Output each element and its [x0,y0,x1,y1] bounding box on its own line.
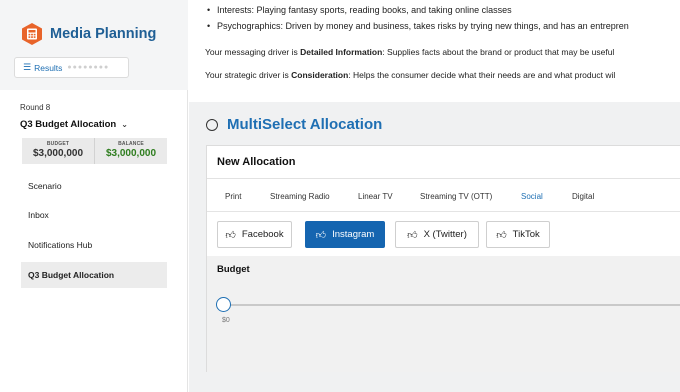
budget-title: Budget [217,264,250,275]
budget-summary: BUDGET $3,000,000 BALANCE $3,000,000 [22,138,167,164]
budget-label: BUDGET [46,141,70,147]
sidebar: Media Planning ☰ Results ●●●●●●●● Round … [0,0,188,392]
tab-streaming-tv[interactable]: Streaming TV (OTT) [420,190,492,212]
messaging-term: Detailed Information [300,47,383,57]
channel-label: TikTok [512,229,540,240]
results-button[interactable]: ☰ Results ●●●●●●●● [14,57,129,78]
budget-slider-thumb[interactable] [216,297,231,312]
budget-cell: BUDGET $3,000,000 [22,138,94,164]
balance-value: $3,000,000 [105,148,157,159]
interests-bullet: Interests: Playing fantasy sports, readi… [207,5,512,15]
brand-title: Media Planning [50,26,157,42]
psychographics-bullet: Psychographics: Driven by money and busi… [207,21,629,31]
persona-details: Interests: Playing fantasy sports, readi… [189,0,680,102]
nav-item-notifications-hub[interactable]: Notifications Hub [21,232,167,258]
allocation-selector-label: Q3 Budget Allocation [20,119,117,130]
balance-label: BALANCE [118,141,144,147]
channel-label: Facebook [241,229,284,240]
messaging-suffix: : Supplies facts about the brand or prod… [382,47,615,57]
balance-cell: BALANCE $3,000,000 [94,138,167,164]
channel-x-twitter[interactable]: 👍︎ X (Twitter) [395,221,479,248]
strategic-driver: Your strategic driver is Consideration: … [205,70,615,80]
strategic-term: Consideration [291,70,349,80]
channel-label: Instagram [332,229,375,240]
messaging-driver: Your messaging driver is Detailed Inform… [205,47,614,57]
strategic-suffix: : Helps the consumer decide what their n… [348,70,616,80]
strategic-prefix: Your strategic driver is [205,70,292,80]
brand-area: Media Planning ☰ Results ●●●●●●●● [0,0,188,90]
channel-facebook[interactable]: 👍︎ Facebook [217,221,292,248]
allocation-selector[interactable]: Q3 Budget Allocation ⌄ [20,119,128,130]
allocation-card: New Allocation Print Streaming Radio Lin… [206,145,680,372]
nav-item-scenario[interactable]: Scenario [21,173,167,199]
progress-dots: ●●●●●●●● [67,64,110,71]
chevron-down-icon: ⌄ [121,120,128,129]
calculator-icon [20,22,44,46]
tab-digital[interactable]: Digital [572,190,594,212]
card-title: New Allocation [217,156,296,168]
budget-panel: Budget $0 [207,256,680,372]
section-header: MultiSelect Allocation [206,116,382,133]
channel-label: X (Twitter) [423,229,467,240]
thumbs-up-icon: 👍︎ [225,229,236,241]
budget-slider-value: $0 [222,317,230,324]
card-divider [207,178,680,179]
thumbs-up-icon: 👍︎ [315,229,327,241]
results-label: Results [34,62,63,73]
budget-value: $3,000,000 [32,148,84,159]
tabs-underline [207,211,680,212]
menu-icon: ☰ [23,62,32,72]
tab-linear-tv[interactable]: Linear TV [358,190,393,212]
messaging-prefix: Your messaging driver is [205,47,301,57]
tab-streaming-radio[interactable]: Streaming Radio [270,190,330,212]
thumbs-up-icon: 👍︎ [496,229,507,241]
budget-slider-track[interactable] [222,304,680,306]
thumbs-up-icon: 👍︎ [407,229,418,241]
nav-item-inbox[interactable]: Inbox [21,202,167,228]
tab-social[interactable]: Social [513,190,551,212]
media-tabs: Print Streaming Radio Linear TV Streamin… [207,190,680,212]
section-title: MultiSelect Allocation [227,116,383,133]
nav-item-q3-budget-allocation[interactable]: Q3 Budget Allocation [21,262,167,288]
channel-instagram[interactable]: 👍︎ Instagram [305,221,385,248]
main-content: Interests: Playing fantasy sports, readi… [189,0,680,392]
round-label: Round 8 [20,103,51,112]
multiselect-allocation-section: MultiSelect Allocation New Allocation Pr… [189,102,680,392]
channel-tiktok[interactable]: 👍︎ TikTok [486,221,550,248]
section-radio-icon[interactable] [206,118,218,131]
tab-print[interactable]: Print [225,190,241,212]
